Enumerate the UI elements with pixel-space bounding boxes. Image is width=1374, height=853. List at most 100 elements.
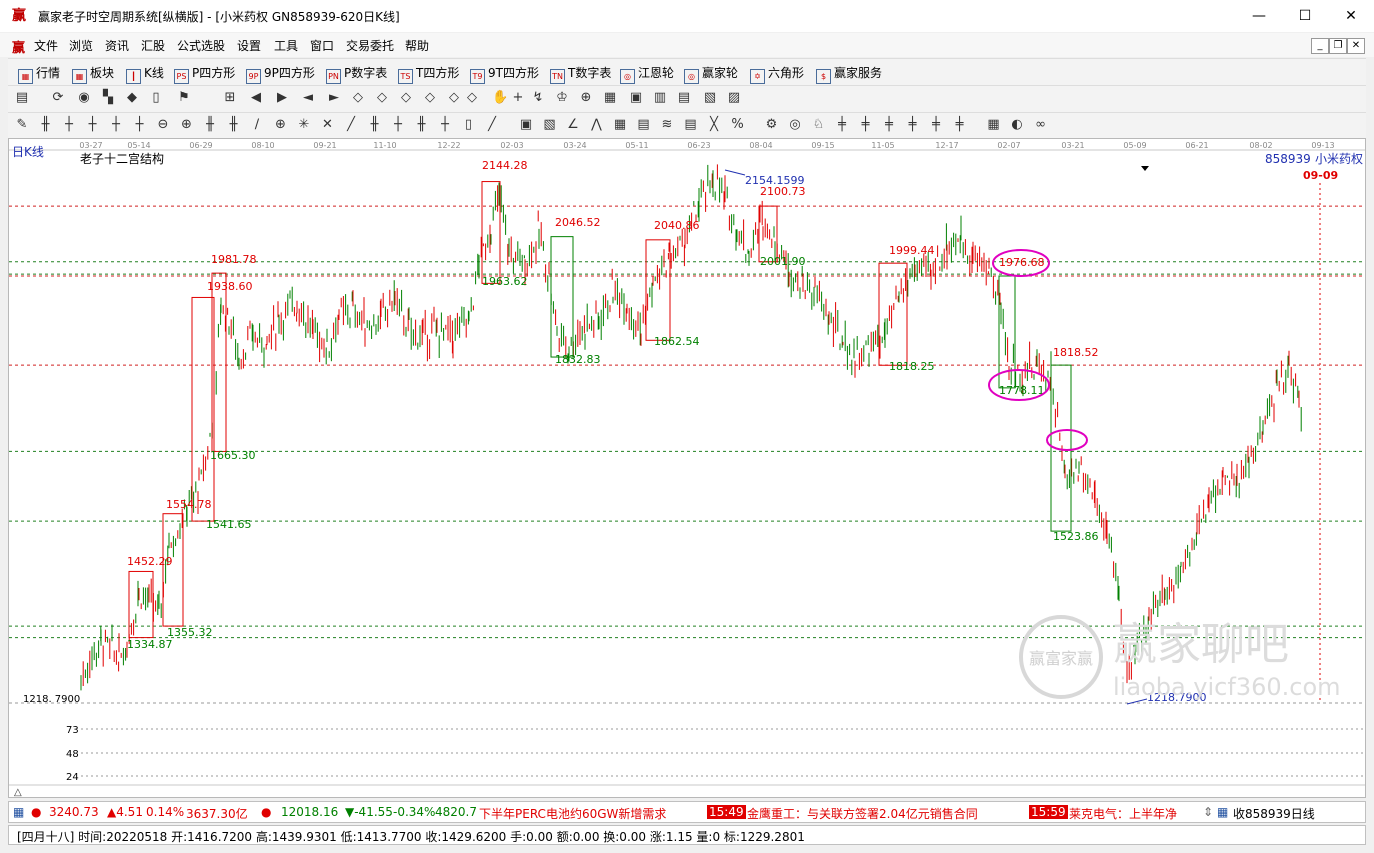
nav-tool-icon[interactable]: ◄ bbox=[300, 90, 316, 106]
nav-tool-icon[interactable]: ▶ bbox=[274, 90, 290, 106]
drawing-tool-icon[interactable]: % bbox=[730, 117, 746, 133]
drawing-tool-icon[interactable]: ╪ bbox=[905, 117, 921, 133]
maximize-button[interactable]: ☐ bbox=[1282, 0, 1328, 32]
drawing-tool-icon[interactable]: ∞ bbox=[1033, 117, 1049, 133]
nav-tool-icon[interactable]: ▦ bbox=[602, 90, 618, 106]
scroll-arrows-icon[interactable]: ⇕ bbox=[1203, 805, 1213, 819]
nav-tool-icon[interactable]: ▤ bbox=[14, 90, 30, 106]
drawing-tool-icon[interactable]: ⊕ bbox=[179, 117, 195, 133]
drawing-tool-icon[interactable]: ┼ bbox=[85, 117, 101, 133]
drawing-tool-icon[interactable]: ∕ bbox=[249, 117, 265, 133]
menu-tools[interactable]: 工具 bbox=[274, 37, 298, 54]
drawing-tool-icon[interactable]: ┼ bbox=[437, 117, 453, 133]
nav-tool-icon[interactable]: ◀ bbox=[248, 90, 264, 106]
drawing-tool-icon[interactable]: ⚙ bbox=[764, 117, 780, 133]
drawing-tool-icon[interactable]: ╫ bbox=[414, 117, 430, 133]
nav-tool-icon[interactable]: ◉ bbox=[76, 90, 92, 106]
nav-tool-icon[interactable]: ▧ bbox=[702, 90, 718, 106]
nav-tool-icon[interactable]: ▯ bbox=[148, 90, 164, 106]
minimize-button[interactable]: — bbox=[1236, 0, 1282, 32]
drawing-tool-icon[interactable]: ✳ bbox=[296, 117, 312, 133]
drawing-tool-icon[interactable]: ✎ bbox=[14, 117, 30, 133]
tb-p-number-button[interactable]: PN P数字表 bbox=[326, 64, 387, 84]
drawing-tool-icon[interactable]: ╪ bbox=[834, 117, 850, 133]
tb-kline-button[interactable]: ┃ K线 bbox=[126, 64, 164, 84]
drawing-tool-icon[interactable]: ⊖ bbox=[155, 117, 171, 133]
drawing-tool-icon[interactable]: ▣ bbox=[518, 117, 534, 133]
menu-file[interactable]: 文件 bbox=[34, 37, 58, 54]
tb-9t-square-button[interactable]: T9 9T四方形 bbox=[470, 64, 539, 84]
tb-service-button[interactable]: $ 赢家服务 bbox=[816, 64, 882, 84]
calculator-icon[interactable]: ▦ bbox=[13, 805, 24, 819]
drawing-tool-icon[interactable]: ∠ bbox=[565, 117, 581, 133]
drawing-tool-icon[interactable]: ╪ bbox=[881, 117, 897, 133]
drawing-tool-icon[interactable]: ╳ bbox=[706, 117, 722, 133]
drawing-tool-icon[interactable]: ╪ bbox=[928, 117, 944, 133]
news-ticker-3[interactable]: 莱克电气：上半年净 bbox=[1069, 805, 1177, 822]
drawing-tool-icon[interactable]: ╫ bbox=[226, 117, 242, 133]
tb-quotes-button[interactable]: ▦ 行情 bbox=[18, 64, 60, 84]
drawing-tool-icon[interactable]: ┼ bbox=[132, 117, 148, 133]
drawing-tool-icon[interactable]: ╫ bbox=[38, 117, 54, 133]
tb-t-square-button[interactable]: TS T四方形 bbox=[398, 64, 459, 84]
drawing-tool-icon[interactable]: ╫ bbox=[367, 117, 383, 133]
nav-tool-icon[interactable]: ▚ bbox=[100, 90, 116, 106]
nav-tool-icon[interactable]: ◆ bbox=[124, 90, 140, 106]
menu-browse[interactable]: 浏览 bbox=[69, 37, 93, 54]
tb-sector-button[interactable]: ▦ 板块 bbox=[72, 64, 114, 84]
kline-chart-panel[interactable]: 03-27 05-14 06-29 08-10 09-21 11-10 12-22 02-03… bbox=[8, 138, 1366, 798]
nav-tool-icon[interactable]: ⊕ bbox=[578, 90, 594, 106]
nav-tool-icon[interactable]: ⟳ bbox=[50, 90, 66, 106]
drawing-tool-icon[interactable]: ╪ bbox=[952, 117, 968, 133]
nav-tool-icon[interactable]: ↯ bbox=[530, 90, 546, 106]
news-ticker-1[interactable]: 下半年PERC电池约60GW新增需求 bbox=[479, 805, 666, 822]
drawing-tool-icon[interactable]: ▤ bbox=[636, 117, 652, 133]
drawing-tool-icon[interactable]: ▦ bbox=[612, 117, 628, 133]
close-button[interactable]: ✕ bbox=[1328, 0, 1374, 32]
drawing-tool-icon[interactable]: ┼ bbox=[390, 117, 406, 133]
drawing-tool-icon[interactable]: ◎ bbox=[787, 117, 803, 133]
nav-tool-icon[interactable]: ▤ bbox=[676, 90, 692, 106]
drawing-tool-icon[interactable]: ╱ bbox=[343, 117, 359, 133]
grid-icon[interactable]: ▦ bbox=[1217, 805, 1228, 819]
nav-tool-icon[interactable]: ⊞ bbox=[222, 90, 238, 106]
menu-window[interactable]: 窗口 bbox=[310, 37, 334, 54]
drawing-tool-icon[interactable]: ┼ bbox=[61, 117, 77, 133]
tb-t-number-button[interactable]: TN T数字表 bbox=[550, 64, 611, 84]
drawing-tool-icon[interactable]: ◐ bbox=[1009, 117, 1025, 133]
drawing-tool-icon[interactable]: ⊕ bbox=[273, 117, 289, 133]
tb-p-square-button[interactable]: PS P四方形 bbox=[174, 64, 235, 84]
drawing-tool-icon[interactable]: ╫ bbox=[202, 117, 218, 133]
nav-tool-icon[interactable]: ► bbox=[326, 90, 342, 106]
mdi-restore-button[interactable]: ❐ bbox=[1329, 38, 1347, 54]
menu-info[interactable]: 资讯 bbox=[105, 37, 129, 54]
tb-winner-wheel-button[interactable]: ◎ 赢家轮 bbox=[684, 64, 738, 84]
drawing-tool-icon[interactable]: ╱ bbox=[484, 117, 500, 133]
menu-formula[interactable]: 公式选股 bbox=[177, 37, 225, 54]
mdi-minimize-button[interactable]: _ bbox=[1311, 38, 1329, 54]
news-ticker-2[interactable]: 金鹰重工：与关联方签署2.04亿元销售合同 bbox=[747, 805, 978, 822]
nav-tool-icon[interactable]: ♔ bbox=[554, 90, 570, 106]
menu-help[interactable]: 帮助 bbox=[405, 37, 429, 54]
nav-tool-icon[interactable]: ◇ bbox=[464, 90, 480, 106]
drawing-tool-icon[interactable]: ┼ bbox=[108, 117, 124, 133]
drawing-tool-icon[interactable]: ♘ bbox=[811, 117, 827, 133]
drawing-tool-icon[interactable]: ▦ bbox=[986, 117, 1002, 133]
nav-tool-icon[interactable]: ◇ bbox=[422, 90, 438, 106]
nav-tool-icon[interactable]: ◇ bbox=[374, 90, 390, 106]
menu-huigu[interactable]: 汇股 bbox=[141, 37, 165, 54]
nav-tool-icon[interactable]: ◇ bbox=[350, 90, 366, 106]
drawing-tool-icon[interactable]: ✕ bbox=[320, 117, 336, 133]
drawing-tool-icon[interactable]: ▯ bbox=[461, 117, 477, 133]
drawing-tool-icon[interactable]: ⋀ bbox=[589, 117, 605, 133]
kline-chart-svg[interactable]: 03-27 05-14 06-29 08-10 09-21 11-10 12-22 02-03… bbox=[9, 139, 1365, 797]
nav-tool-icon[interactable]: ⚑ bbox=[176, 90, 192, 106]
menu-trade[interactable]: 交易委托 bbox=[346, 37, 394, 54]
nav-tool-icon[interactable]: ▨ bbox=[726, 90, 742, 106]
drawing-tool-icon[interactable]: ▧ bbox=[542, 117, 558, 133]
nav-tool-icon[interactable]: ▣ bbox=[628, 90, 644, 106]
drawing-tool-icon[interactable]: ▤ bbox=[683, 117, 699, 133]
nav-tool-icon[interactable]: ◇ bbox=[446, 90, 462, 106]
drawing-tool-icon[interactable]: ╪ bbox=[858, 117, 874, 133]
tb-gann-wheel-button[interactable]: ◎ 江恩轮 bbox=[620, 64, 674, 84]
